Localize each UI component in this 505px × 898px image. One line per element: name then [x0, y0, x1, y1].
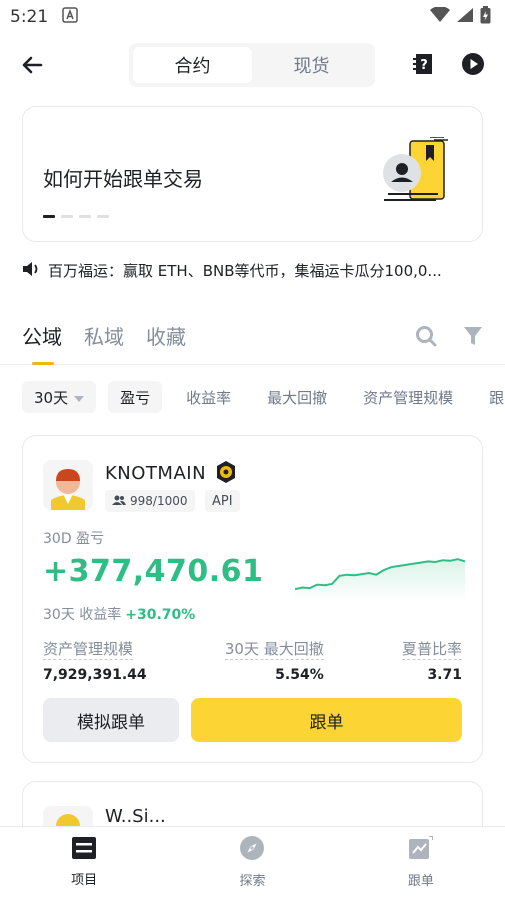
sharpe-ratio-value: 3.71 [427, 667, 462, 683]
status-time: 5:21 [10, 7, 49, 27]
tab-private[interactable]: 私域 [84, 321, 124, 365]
status-bar: 5:21 [0, 0, 505, 34]
video-play-icon[interactable] [461, 52, 485, 80]
banner-dot [97, 215, 109, 218]
back-button[interactable] [20, 50, 50, 80]
mock-copy-button[interactable]: 模拟跟单 [43, 698, 179, 742]
pnl-value: +377,470.61 [43, 554, 264, 589]
sort-roi[interactable]: 收益率 [174, 381, 243, 413]
trader-name[interactable]: KNOTMAIN [105, 463, 206, 484]
sort-more[interactable]: 跟 [477, 381, 505, 413]
roi-label: 30天 收益率 [43, 607, 122, 623]
max-drawdown-label[interactable]: 30天 最大回撤 [224, 640, 324, 660]
trader-stats: 资产管理规模 7,929,391.44 30天 最大回撤 5.54% 夏普比率 … [43, 638, 462, 683]
nav-explore[interactable]: 探索 [168, 827, 336, 898]
sort-filter-row: 30天 盈亏 收益率 最大回撤 资产管理规模 跟 [0, 381, 505, 413]
nav-copy-trading[interactable]: 跟单 [337, 827, 505, 898]
tab-public[interactable]: 公域 [22, 321, 62, 365]
announcement-bar[interactable]: 百万福运：赢取 ETH、BNB等代币，集福运卡瓜分100,0... [22, 260, 483, 281]
period-label: 30天 [34, 388, 69, 407]
sort-pnl[interactable]: 盈亏 [108, 381, 163, 413]
sharpe-ratio-label[interactable]: 夏普比率 [401, 640, 462, 660]
copy-trade-button[interactable]: 跟单 [191, 698, 462, 742]
search-icon[interactable] [415, 325, 437, 351]
people-icon [112, 494, 126, 508]
trader-card[interactable]: KNOTMAIN 998/1000 API 30D 盈亏 +377,470.61… [22, 435, 483, 763]
market-segment-control: 合约 现货 [129, 43, 375, 87]
trend-chart-icon [408, 835, 434, 864]
followers-badge: 998/1000 [105, 490, 195, 512]
followers-count: 998/1000 [130, 494, 188, 508]
avatar[interactable] [43, 460, 93, 510]
nav-projects[interactable]: 项目 [0, 827, 168, 898]
pnl-label: 30D 盈亏 [43, 531, 105, 547]
bottom-navigation: 项目 探索 跟单 [0, 826, 505, 898]
banner-pagination [43, 215, 109, 218]
caret-down-icon [74, 388, 85, 406]
trader-level-badge-icon [214, 460, 238, 488]
roi-line: 30天 收益率 +30.70% [43, 604, 195, 624]
banner-dot-active [43, 215, 55, 218]
max-drawdown-value: 5.54% [275, 667, 324, 683]
signal-icon [456, 7, 474, 28]
roi-value: +30.70% [125, 607, 196, 623]
trader-profile-illustration-icon [382, 136, 458, 209]
sort-aum[interactable]: 资产管理规模 [351, 381, 465, 413]
tab-futures[interactable]: 合约 [133, 47, 252, 83]
svg-text:?: ? [420, 58, 428, 73]
nav-explore-label: 探索 [239, 874, 266, 889]
battery-charging-icon [480, 5, 491, 29]
speaker-icon [22, 261, 40, 281]
nav-projects-label: 项目 [71, 873, 98, 888]
banner-dot [79, 215, 91, 218]
aum-value: 7,929,391.44 [43, 667, 147, 683]
sparkline-area [295, 559, 465, 602]
arrow-left-icon [22, 56, 43, 74]
list-icon [72, 837, 97, 863]
aum-label[interactable]: 资产管理规模 [43, 640, 134, 660]
guide-book-icon[interactable]: ? [413, 52, 435, 80]
banner-title: 如何开始跟单交易 [43, 167, 203, 191]
filter-icon[interactable] [463, 325, 483, 351]
pnl-sparkline-chart [295, 558, 465, 602]
tab-spot[interactable]: 现货 [252, 47, 371, 83]
domain-tabs: 公域 私域 收藏 [0, 321, 505, 365]
period-dropdown[interactable]: 30天 [22, 381, 97, 413]
app-header: 合约 现货 ? [0, 34, 505, 96]
compass-icon [240, 836, 265, 864]
trader-name[interactable]: W..Si... [105, 806, 166, 827]
api-badge: API [205, 490, 240, 512]
guide-banner[interactable]: 如何开始跟单交易 [22, 106, 483, 242]
nav-copy-trading-label: 跟单 [407, 874, 434, 889]
wifi-icon [430, 5, 450, 28]
sort-max-drawdown[interactable]: 最大回撤 [255, 381, 339, 413]
notification-a-icon [62, 6, 78, 28]
tab-favorites[interactable]: 收藏 [146, 321, 186, 365]
banner-dot [61, 215, 73, 218]
announcement-text: 百万福运：赢取 ETH、BNB等代币，集福运卡瓜分100,0... [48, 262, 442, 280]
